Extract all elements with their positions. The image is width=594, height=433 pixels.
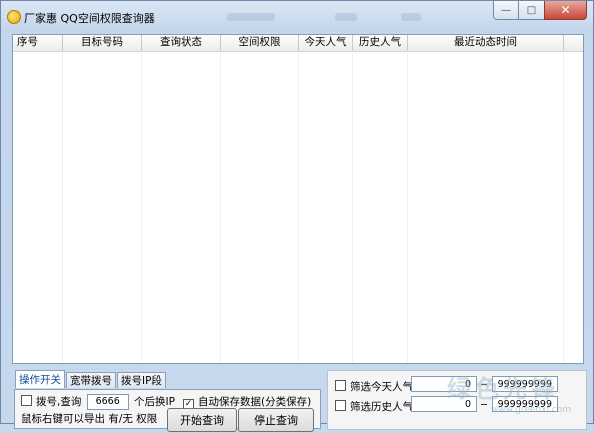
app-icon: [7, 10, 21, 24]
title-blur: [401, 13, 421, 21]
list-header: 序号 目标号码 查询状态 空间权限 今天人气 历史人气 最近动态时间: [13, 35, 583, 52]
filter-history-checkbox[interactable]: [335, 400, 346, 411]
dial-option-row: 拨号,查询 6666 个后换IP: [21, 394, 175, 410]
dial-label: 拨号,查询: [36, 396, 82, 408]
column-divider: [220, 51, 221, 363]
minimize-button[interactable]: —: [493, 1, 519, 20]
operations-panel: 拨号,查询 6666 个后换IP ✓ 自动保存数据(分类保存) 鼠标右键可以导出 …: [14, 389, 321, 432]
column-header-target[interactable]: 目标号码: [63, 35, 142, 51]
column-header-index[interactable]: 序号: [13, 35, 63, 51]
stop-query-button[interactable]: 停止查询: [238, 408, 314, 432]
column-divider: [563, 51, 564, 363]
filter-today-row: 筛选今天人气: [335, 379, 413, 394]
title-blur: [335, 13, 357, 21]
results-list[interactable]: 序号 目标号码 查询状态 空间权限 今天人气 历史人气 最近动态时间: [12, 34, 584, 364]
range-dash: [481, 404, 487, 405]
filter-history-label: 筛选历史人气: [350, 401, 413, 413]
dial-label-after: 个后换IP: [134, 396, 175, 408]
column-header-permission[interactable]: 空间权限: [221, 35, 299, 51]
column-divider: [352, 51, 353, 363]
watermark-url: www.greenxf.com: [491, 405, 572, 415]
title-bar[interactable]: 厂家惠 QQ空间权限查询器 — □ ✕: [1, 1, 593, 31]
window-title: 厂家惠 QQ空间权限查询器: [24, 12, 155, 25]
column-divider: [141, 51, 142, 363]
tab-dial-ip-range[interactable]: 拨号IP段: [117, 372, 166, 388]
dial-count-input[interactable]: 6666: [86, 394, 129, 410]
tab-strip: 操作开关 宽带拨号 拨号IP段: [15, 370, 167, 389]
filter-today-label: 筛选今天人气: [350, 381, 413, 393]
column-divider: [62, 51, 63, 363]
column-header-status[interactable]: 查询状态: [142, 35, 221, 51]
column-header-filler: [564, 35, 583, 51]
tab-broadband-dial[interactable]: 宽带拨号: [66, 372, 116, 388]
title-blur: [227, 13, 275, 21]
close-button[interactable]: ✕: [544, 1, 587, 20]
filter-today-checkbox[interactable]: [335, 380, 346, 391]
autosave-label: 自动保存数据(分类保存): [198, 396, 312, 408]
tab-operations[interactable]: 操作开关: [15, 370, 65, 388]
start-query-button[interactable]: 开始查询: [167, 408, 237, 432]
column-header-last-activity[interactable]: 最近动态时间: [408, 35, 564, 51]
filter-history-row: 筛选历史人气: [335, 399, 413, 414]
dial-checkbox[interactable]: [21, 395, 32, 406]
watermark: 绿色先锋: [447, 375, 559, 403]
column-header-today-visits[interactable]: 今天人气: [299, 35, 353, 51]
maximize-button[interactable]: □: [519, 1, 544, 20]
main-window: 厂家惠 QQ空间权限查询器 — □ ✕ 序号 目标号码 查询状态 空间权限 今天…: [0, 0, 594, 432]
column-divider: [407, 51, 408, 363]
column-divider: [298, 51, 299, 363]
column-header-history-visits[interactable]: 历史人气: [353, 35, 408, 51]
